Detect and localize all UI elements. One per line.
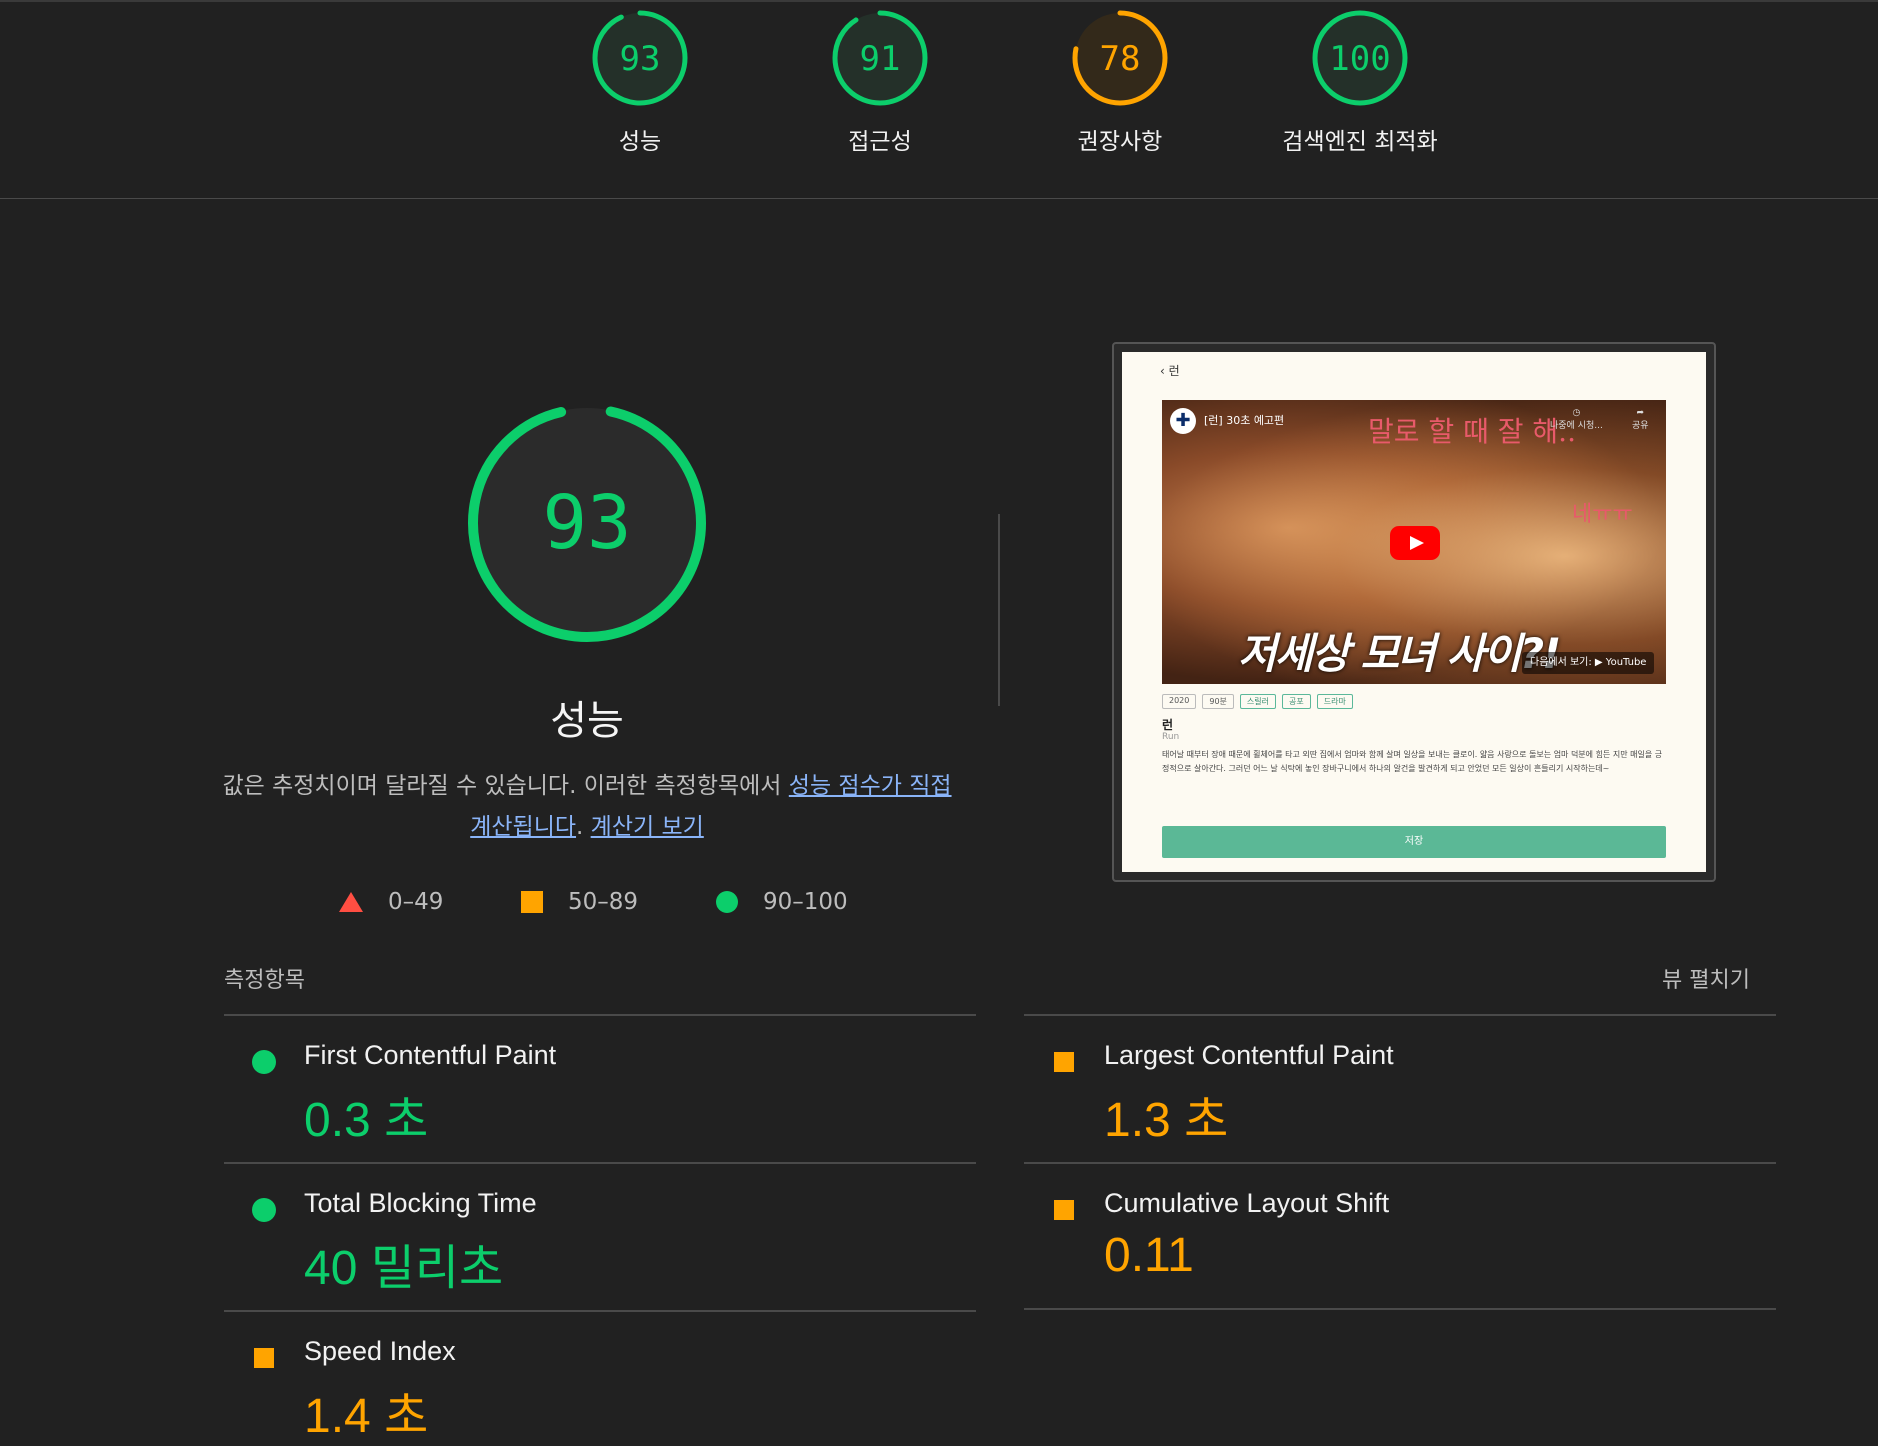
gauge-score: 93 bbox=[620, 39, 661, 79]
triangle-icon bbox=[339, 892, 363, 912]
gauge-score: 78 bbox=[1100, 39, 1141, 79]
divider bbox=[1024, 1308, 1776, 1310]
youtube-badge: 다음에서 보기: ▶ YouTube bbox=[1522, 652, 1655, 674]
legend-range: 90–100 bbox=[763, 889, 848, 915]
metric-cls: Cumulative Layout Shift 0.11 bbox=[1024, 1166, 1724, 1296]
metric-value: 1.3 초 bbox=[1104, 1094, 1229, 1147]
square-icon bbox=[1054, 1052, 1074, 1072]
vertical-divider bbox=[998, 514, 1000, 706]
calculator-link[interactable]: 계산기 보기 bbox=[591, 814, 704, 840]
gauge-best-practices[interactable]: 78 권장사항 bbox=[1000, 8, 1240, 156]
divider bbox=[224, 1310, 976, 1312]
gauge-label: 성능 bbox=[618, 129, 662, 155]
metric-value: 0.3 초 bbox=[304, 1094, 429, 1147]
performance-gauge: 93 bbox=[462, 398, 712, 648]
share-icon: ➦ bbox=[1636, 408, 1645, 418]
gauge-score: 91 bbox=[860, 39, 901, 79]
gauge-label: 검색엔진 최적화 bbox=[1282, 129, 1438, 155]
circle-icon bbox=[716, 891, 738, 913]
square-icon bbox=[521, 891, 543, 913]
metrics-header: 측정항목 bbox=[224, 968, 305, 993]
metric-value: 40 밀리초 bbox=[304, 1242, 504, 1295]
video-caption-top: 말로 할 때 잘 해.. bbox=[1368, 415, 1576, 448]
metric-name: First Contentful Paint bbox=[304, 1040, 557, 1070]
tag: 2020 bbox=[1162, 694, 1197, 709]
watch-later-control: ◷ 나중에 시청... bbox=[1550, 408, 1603, 431]
divider bbox=[1024, 1014, 1776, 1016]
save-button: 저장 bbox=[1162, 826, 1666, 858]
channel-logo-icon: ✚ bbox=[1170, 408, 1196, 434]
metric-fcp: First Contentful Paint 0.3 초 bbox=[224, 1018, 924, 1148]
metric-lcp: Largest Contentful Paint 1.3 초 bbox=[1024, 1018, 1724, 1148]
performance-score: 93 bbox=[542, 480, 632, 566]
gauge-ring-icon: 100 bbox=[1312, 10, 1408, 106]
metric-speed-index: Speed Index 1.4 초 bbox=[224, 1314, 924, 1444]
play-icon bbox=[1390, 526, 1440, 560]
gauge-ring-icon: 91 bbox=[832, 10, 928, 106]
legend-pass: 90–100 bbox=[715, 886, 848, 918]
gauge-performance[interactable]: 93 성능 bbox=[520, 8, 760, 156]
gauge-ring-icon: 78 bbox=[1072, 10, 1168, 106]
gauge-ring-icon: 93 bbox=[592, 10, 688, 106]
circle-icon bbox=[252, 1198, 276, 1222]
circle-icon bbox=[252, 1050, 276, 1074]
divider bbox=[224, 1014, 976, 1016]
gauge-score: 100 bbox=[1329, 39, 1390, 79]
movie-synopsis: 태어날 때부터 장애 때문에 휠체어를 타고 외딴 집에서 엄마와 함께 살며 … bbox=[1162, 750, 1663, 773]
video-caption-big: 저세상 모녀 사이?! bbox=[1238, 629, 1561, 678]
square-icon bbox=[254, 1348, 274, 1368]
screenshot-page: ‹ 런 ✚ [런] 30초 예고편 말로 할 때 잘 해.. 네ㅠㅠ ◷ 나중에 … bbox=[1122, 352, 1706, 872]
share-label: 공유 bbox=[1632, 421, 1649, 431]
legend-average: 50–89 bbox=[520, 886, 638, 918]
divider bbox=[224, 1162, 976, 1164]
metric-value: 0.11 bbox=[1104, 1229, 1194, 1282]
description-text: 값은 추정치이며 달라질 수 있습니다. 이러한 측정항목에서 bbox=[222, 773, 789, 799]
metric-name: Speed Index bbox=[304, 1336, 456, 1366]
clock-icon: ◷ bbox=[1572, 408, 1581, 418]
metric-tbt: Total Blocking Time 40 밀리초 bbox=[224, 1166, 924, 1296]
watch-later-label: 나중에 시청... bbox=[1550, 421, 1603, 431]
tag: 90분 bbox=[1202, 694, 1234, 709]
tag: 드라마 bbox=[1316, 694, 1353, 709]
gauge-seo[interactable]: 100 검색엔진 최적화 bbox=[1240, 8, 1480, 156]
gauge-label: 접근성 bbox=[848, 129, 912, 155]
movie-name: 런 bbox=[1162, 718, 1174, 732]
description-separator: . bbox=[576, 814, 591, 840]
video-caption-side: 네ㅠㅠ bbox=[1572, 502, 1633, 527]
expand-view-toggle[interactable]: 뷰 펼치기 bbox=[1662, 962, 1750, 994]
tag-list: 2020 90분 스릴러 공포 드라마 bbox=[1162, 694, 1353, 709]
share-control: ➦ 공유 bbox=[1632, 408, 1649, 431]
movie-subtitle: Run bbox=[1162, 732, 1180, 742]
category-gauges: 93 성능 91 접근성 78 권장사항 100 검색엔진 최적화 bbox=[0, 0, 1878, 199]
square-icon bbox=[1054, 1200, 1074, 1220]
metric-name: Largest Contentful Paint bbox=[1104, 1040, 1394, 1070]
video-title: [런] 30초 예고편 bbox=[1204, 414, 1285, 427]
divider bbox=[1024, 1162, 1776, 1164]
tag: 공포 bbox=[1282, 694, 1311, 709]
performance-title: 성능 bbox=[550, 698, 624, 744]
legend-range: 0–49 bbox=[388, 889, 444, 915]
video-player: ✚ [런] 30초 예고편 말로 할 때 잘 해.. 네ㅠㅠ ◷ 나중에 시청..… bbox=[1162, 400, 1666, 684]
metric-name: Total Blocking Time bbox=[304, 1188, 537, 1218]
legend-fail: 0–49 bbox=[338, 886, 443, 918]
tag: 스릴러 bbox=[1239, 694, 1276, 709]
back-label: ‹ 런 bbox=[1160, 364, 1180, 378]
gauge-label: 권장사항 bbox=[1077, 129, 1163, 155]
metric-name: Cumulative Layout Shift bbox=[1104, 1188, 1390, 1218]
gauge-accessibility[interactable]: 91 접근성 bbox=[760, 8, 1000, 156]
performance-description: 값은 추정치이며 달라질 수 있습니다. 이러한 측정항목에서 성능 점수가 직… bbox=[222, 766, 952, 848]
metric-value: 1.4 초 bbox=[304, 1390, 429, 1443]
legend-range: 50–89 bbox=[568, 889, 639, 915]
final-screenshot[interactable]: ‹ 런 ✚ [런] 30초 예고편 말로 할 때 잘 해.. 네ㅠㅠ ◷ 나중에 … bbox=[1112, 342, 1716, 882]
